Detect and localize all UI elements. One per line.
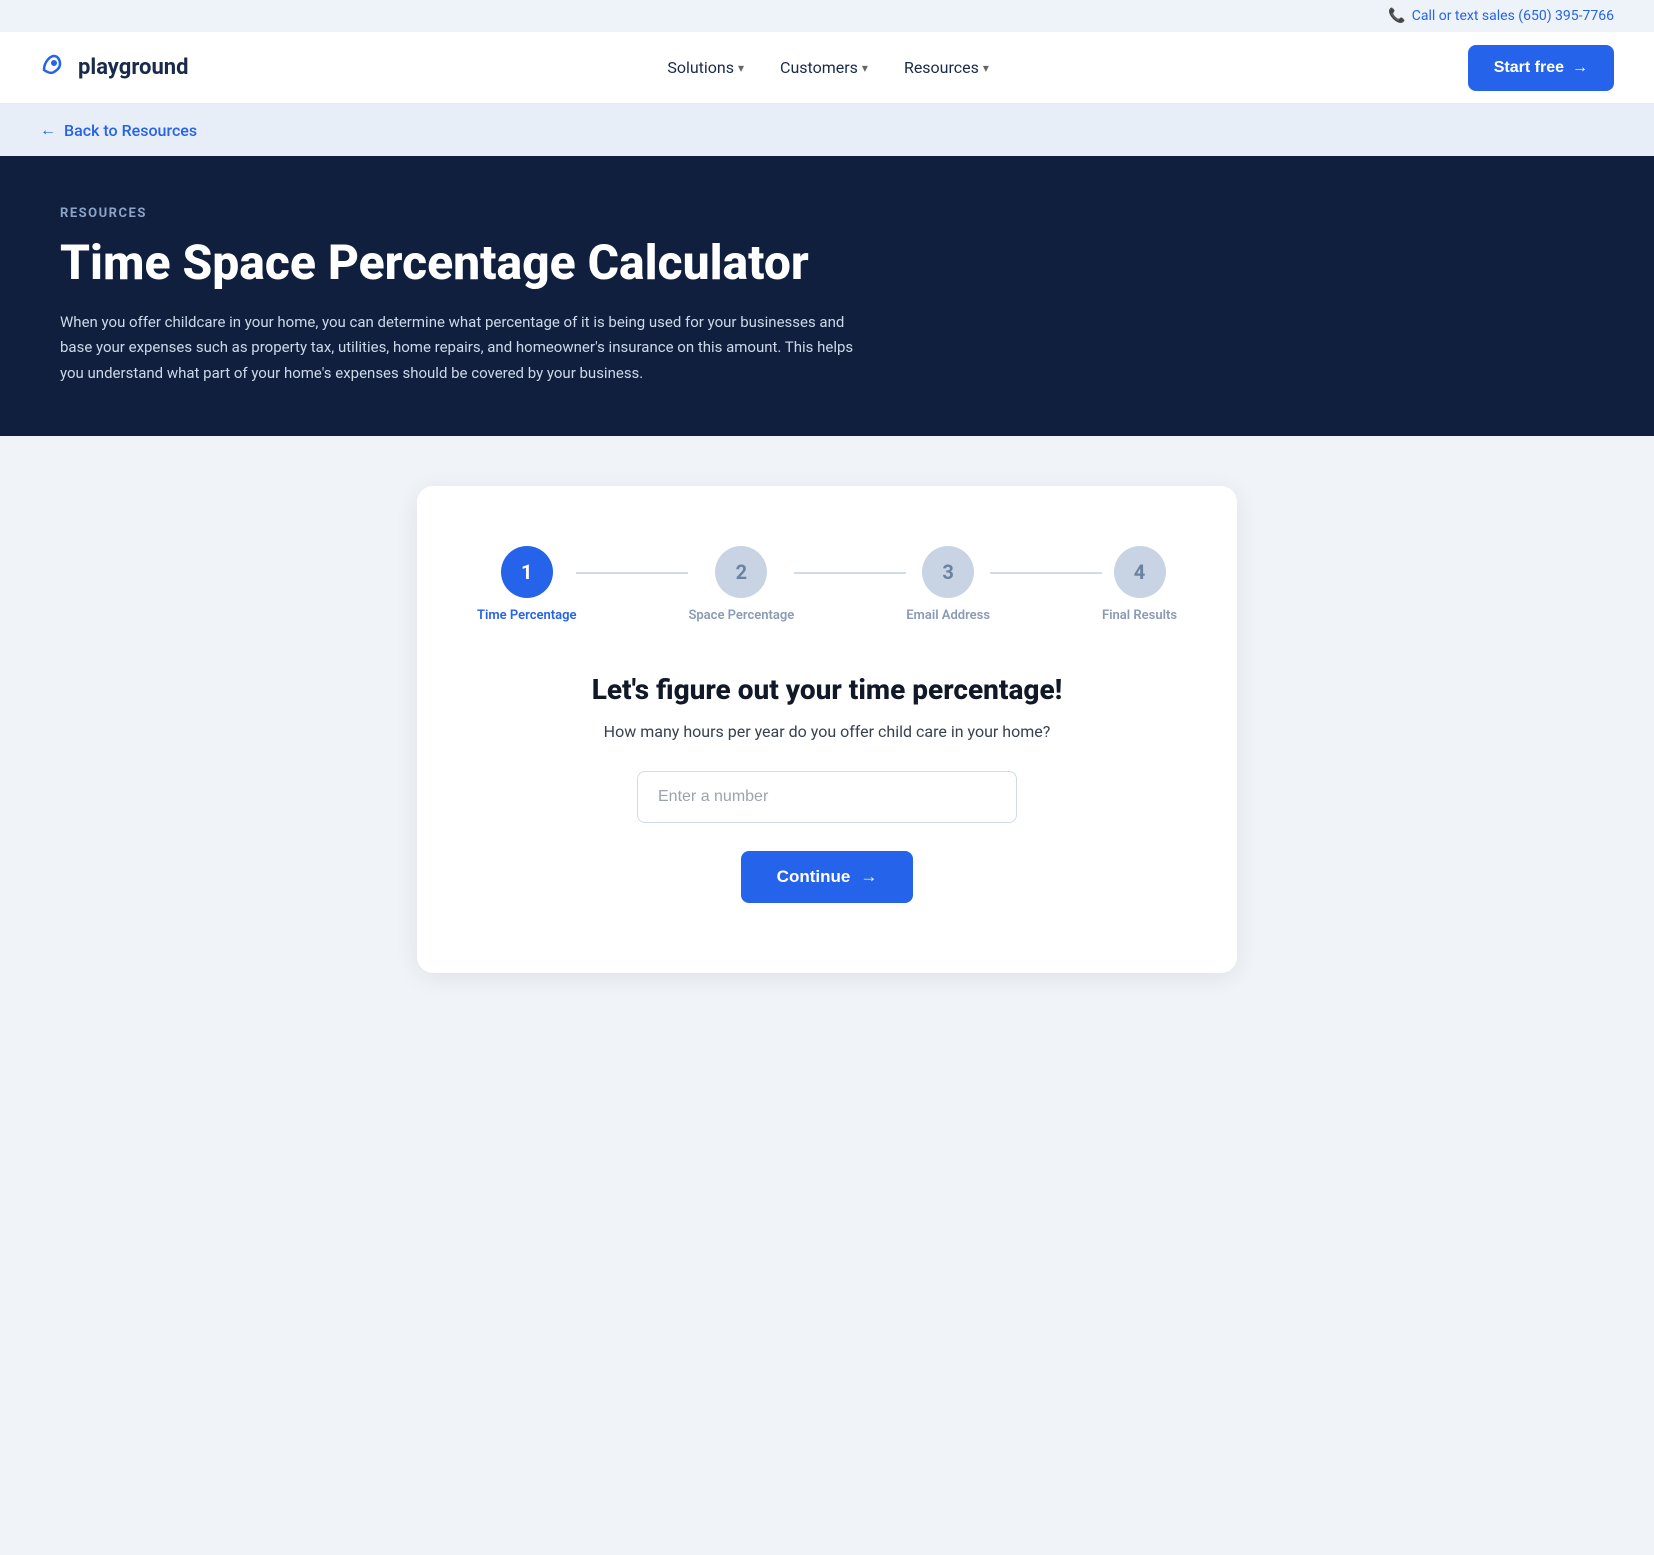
hero-section: RESOURCES Time Space Percentage Calculat… (0, 156, 1654, 436)
step-2-circle: 2 (715, 546, 767, 598)
step-1-circle: 1 (501, 546, 553, 598)
navbar: playground Solutions ▾ Customers ▾ Resou… (0, 32, 1654, 104)
section-label: RESOURCES (60, 206, 1594, 221)
form-subtitle: How many hours per year do you offer chi… (477, 722, 1177, 741)
back-link[interactable]: ← Back to Resources (40, 120, 197, 140)
phone-text: Call or text sales (650) 395-7766 (1412, 8, 1614, 24)
form-section: Let's figure out your time percentage! H… (477, 673, 1177, 903)
back-bar: ← Back to Resources (0, 104, 1654, 156)
nav-list: Solutions ▾ Customers ▾ Resources ▾ (667, 58, 989, 77)
step-4-label: Final Results (1102, 608, 1177, 623)
nav-link-solutions[interactable]: Solutions ▾ (667, 58, 744, 77)
nav-item-resources[interactable]: Resources ▾ (904, 58, 989, 77)
page-title: Time Space Percentage Calculator (60, 237, 1594, 290)
main-content: 1 Time Percentage 2 Space Percentage 3 E… (0, 436, 1654, 1053)
form-title: Let's figure out your time percentage! (477, 673, 1177, 706)
hero-description: When you offer childcare in your home, y… (60, 310, 860, 387)
brand-link[interactable]: playground (40, 50, 189, 85)
logo-icon (40, 50, 68, 85)
phone-link[interactable]: 📞 Call or text sales (650) 395-7766 (1388, 8, 1614, 24)
step-2: 2 Space Percentage (688, 546, 794, 623)
topbar: 📞 Call or text sales (650) 395-7766 (0, 0, 1654, 32)
step-connector-3-4 (990, 572, 1102, 574)
start-free-button[interactable]: Start free → (1468, 45, 1614, 91)
nav-item-solutions[interactable]: Solutions ▾ (667, 58, 744, 77)
chevron-down-icon: ▾ (738, 61, 744, 75)
chevron-down-icon: ▾ (983, 61, 989, 75)
step-1-label: Time Percentage (477, 608, 576, 623)
step-2-label: Space Percentage (688, 608, 794, 623)
step-3: 3 Email Address (906, 546, 990, 623)
step-4-circle: 4 (1114, 546, 1166, 598)
phone-icon: 📞 (1388, 8, 1405, 24)
nav-link-customers[interactable]: Customers ▾ (780, 58, 868, 77)
step-connector-1-2 (576, 572, 688, 574)
brand-name: playground (78, 55, 189, 80)
arrow-right-icon: → (860, 867, 877, 887)
arrow-right-icon: → (1572, 59, 1588, 77)
step-1: 1 Time Percentage (477, 546, 576, 623)
step-connector-2-3 (794, 572, 906, 574)
nav-link-resources[interactable]: Resources ▾ (904, 58, 989, 77)
steps-indicator: 1 Time Percentage 2 Space Percentage 3 E… (477, 546, 1177, 623)
arrow-left-icon: ← (40, 120, 56, 140)
chevron-down-icon: ▾ (862, 61, 868, 75)
step-3-circle: 3 (922, 546, 974, 598)
hours-input[interactable] (637, 771, 1017, 823)
continue-button[interactable]: Continue → (741, 851, 914, 903)
calculator-card: 1 Time Percentage 2 Space Percentage 3 E… (417, 486, 1237, 973)
step-3-label: Email Address (906, 608, 990, 623)
step-4: 4 Final Results (1102, 546, 1177, 623)
nav-item-customers[interactable]: Customers ▾ (780, 58, 868, 77)
